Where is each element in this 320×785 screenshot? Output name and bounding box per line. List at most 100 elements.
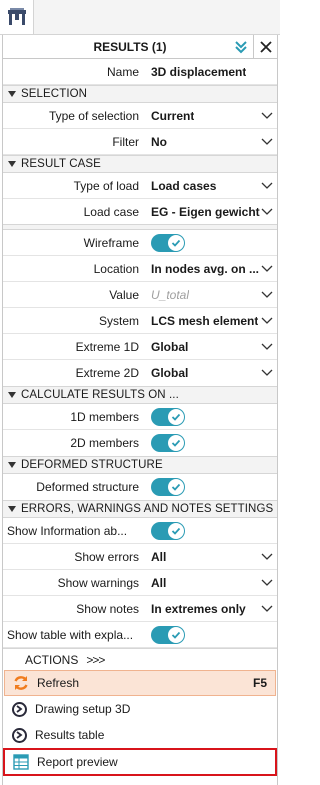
deformed-structure-toggle[interactable] [151, 478, 185, 496]
checkmark-icon [168, 435, 184, 451]
show-table-toggle[interactable] [151, 625, 185, 644]
extreme-2d-row: Extreme 2D Global [3, 360, 277, 386]
section-calculate-results-title: CALCULATE RESULTS ON ... [21, 389, 179, 401]
system-row: System LCS mesh element [3, 308, 277, 334]
deformed-structure-row: Deformed structure [3, 474, 277, 500]
show-information-label: Show Information ab... [7, 523, 128, 538]
type-of-selection-row: Type of selection Current [3, 103, 277, 129]
section-result-case[interactable]: RESULT CASE [3, 155, 277, 173]
section-deformed-structure[interactable]: DEFORMED STRUCTURE [3, 456, 277, 474]
show-information-toggle[interactable] [151, 521, 185, 540]
name-field[interactable]: 3D displacement [147, 65, 277, 79]
value-value: U_total [151, 287, 190, 302]
extreme-1d-label: Extreme 1D [75, 339, 139, 354]
members-1d-toggle[interactable] [151, 407, 185, 426]
name-row: Name 3D displacement [3, 59, 277, 85]
type-of-load-label: Type of load [73, 178, 139, 193]
drawing-setup-3d-button[interactable]: Drawing setup 3D [3, 696, 277, 722]
load-case-value: EG - Eigen gewicht [151, 204, 260, 219]
value-dropdown[interactable]: U_total [147, 288, 277, 302]
members-1d-label: 1D members [70, 409, 139, 424]
results-panel: RESULTS (1) Name 3D displacement SELECTI… [2, 34, 278, 785]
section-errors-warnings-title: ERRORS, WARNINGS AND NOTES SETTINGS [21, 503, 274, 515]
location-value: In nodes avg. on ... [151, 261, 260, 276]
scia-structure-icon[interactable] [0, 0, 34, 34]
section-deformed-structure-title: DEFORMED STRUCTURE [21, 459, 163, 471]
results-table-button[interactable]: Results table [3, 722, 277, 748]
expand-arrows-icon[interactable]: >>> [86, 653, 105, 667]
checkmark-icon [168, 522, 184, 539]
results-table-label: Results table [35, 728, 105, 742]
show-table-label: Show table with expla... [7, 627, 134, 642]
type-of-selection-value: Current [151, 108, 195, 123]
chevron-down-icon [261, 291, 273, 298]
wireframe-label: Wireframe [83, 235, 139, 250]
close-icon[interactable] [253, 34, 277, 59]
extreme-2d-value: Global [151, 366, 189, 380]
chevron-down-icon [261, 553, 273, 560]
members-1d-row: 1D members [3, 404, 277, 430]
checkmark-icon [168, 626, 184, 643]
deformed-structure-cell [147, 478, 277, 496]
panel-title: RESULTS (1) [93, 39, 167, 54]
show-errors-value: All [151, 549, 167, 564]
report-preview-button[interactable]: Report preview [3, 748, 277, 776]
show-information-row: Show Information ab... [3, 518, 277, 544]
checkmark-icon [168, 408, 184, 425]
chevron-down-icon [261, 343, 273, 350]
show-information-cell [147, 521, 277, 540]
report-table-icon [11, 752, 31, 772]
location-dropdown[interactable]: In nodes avg. on ... [147, 262, 277, 276]
name-label: Name [106, 64, 139, 79]
filter-label: Filter [112, 134, 139, 149]
value-label: Value [109, 287, 139, 302]
wireframe-cell [147, 233, 277, 252]
report-preview-label: Report preview [37, 755, 118, 769]
type-of-selection-label: Type of selection [48, 108, 139, 123]
section-selection-title: SELECTION [21, 88, 88, 100]
type-of-selection-dropdown[interactable]: Current [147, 109, 277, 123]
chevron-down-icon [261, 369, 273, 376]
value-row: Value U_total [3, 282, 277, 308]
collapse-triangle-icon [3, 91, 21, 97]
extreme-1d-value: Global [151, 339, 189, 354]
show-warnings-row: Show warnings All [3, 570, 277, 596]
members-1d-cell [147, 407, 277, 426]
chevron-down-icon [261, 605, 273, 612]
section-calculate-results[interactable]: CALCULATE RESULTS ON ... [3, 386, 277, 404]
chevron-down-icon [261, 317, 273, 324]
extreme-2d-dropdown[interactable]: Global [147, 366, 277, 380]
show-errors-dropdown[interactable]: All [147, 550, 277, 564]
collapse-triangle-icon [3, 161, 21, 167]
section-errors-warnings[interactable]: ERRORS, WARNINGS AND NOTES SETTINGS [3, 500, 277, 518]
collapse-pin-icon[interactable] [229, 35, 253, 59]
circle-arrow-icon [9, 725, 29, 745]
chevron-down-icon [261, 208, 273, 215]
show-notes-value: In extremes only [151, 601, 246, 616]
show-warnings-dropdown[interactable]: All [147, 576, 277, 590]
show-warnings-value: All [151, 575, 167, 590]
wireframe-row: Wireframe [3, 230, 277, 256]
filter-dropdown[interactable]: No [147, 135, 277, 149]
show-notes-dropdown[interactable]: In extremes only [147, 602, 277, 616]
chevron-down-icon [261, 579, 273, 586]
panel-title-bar: RESULTS (1) [3, 34, 277, 59]
refresh-icon [11, 673, 31, 693]
load-case-dropdown[interactable]: EG - Eigen gewicht [147, 205, 277, 219]
show-notes-label: Show notes [76, 601, 139, 616]
type-of-load-dropdown[interactable]: Load cases [147, 179, 277, 193]
extreme-1d-dropdown[interactable]: Global [147, 340, 277, 354]
actions-header[interactable]: ACTIONS >>> [3, 648, 277, 670]
filter-value: No [151, 134, 167, 149]
deformed-structure-label: Deformed structure [36, 480, 139, 494]
show-table-cell [147, 625, 277, 644]
members-2d-cell [147, 434, 277, 452]
system-dropdown[interactable]: LCS mesh element [147, 314, 277, 328]
section-result-case-title: RESULT CASE [21, 158, 101, 170]
section-selection[interactable]: SELECTION [3, 85, 277, 103]
members-2d-toggle[interactable] [151, 434, 185, 452]
chevron-down-icon [261, 265, 273, 272]
location-label: Location [93, 261, 139, 276]
wireframe-toggle[interactable] [151, 233, 185, 252]
refresh-button[interactable]: Refresh F5 [4, 670, 276, 696]
